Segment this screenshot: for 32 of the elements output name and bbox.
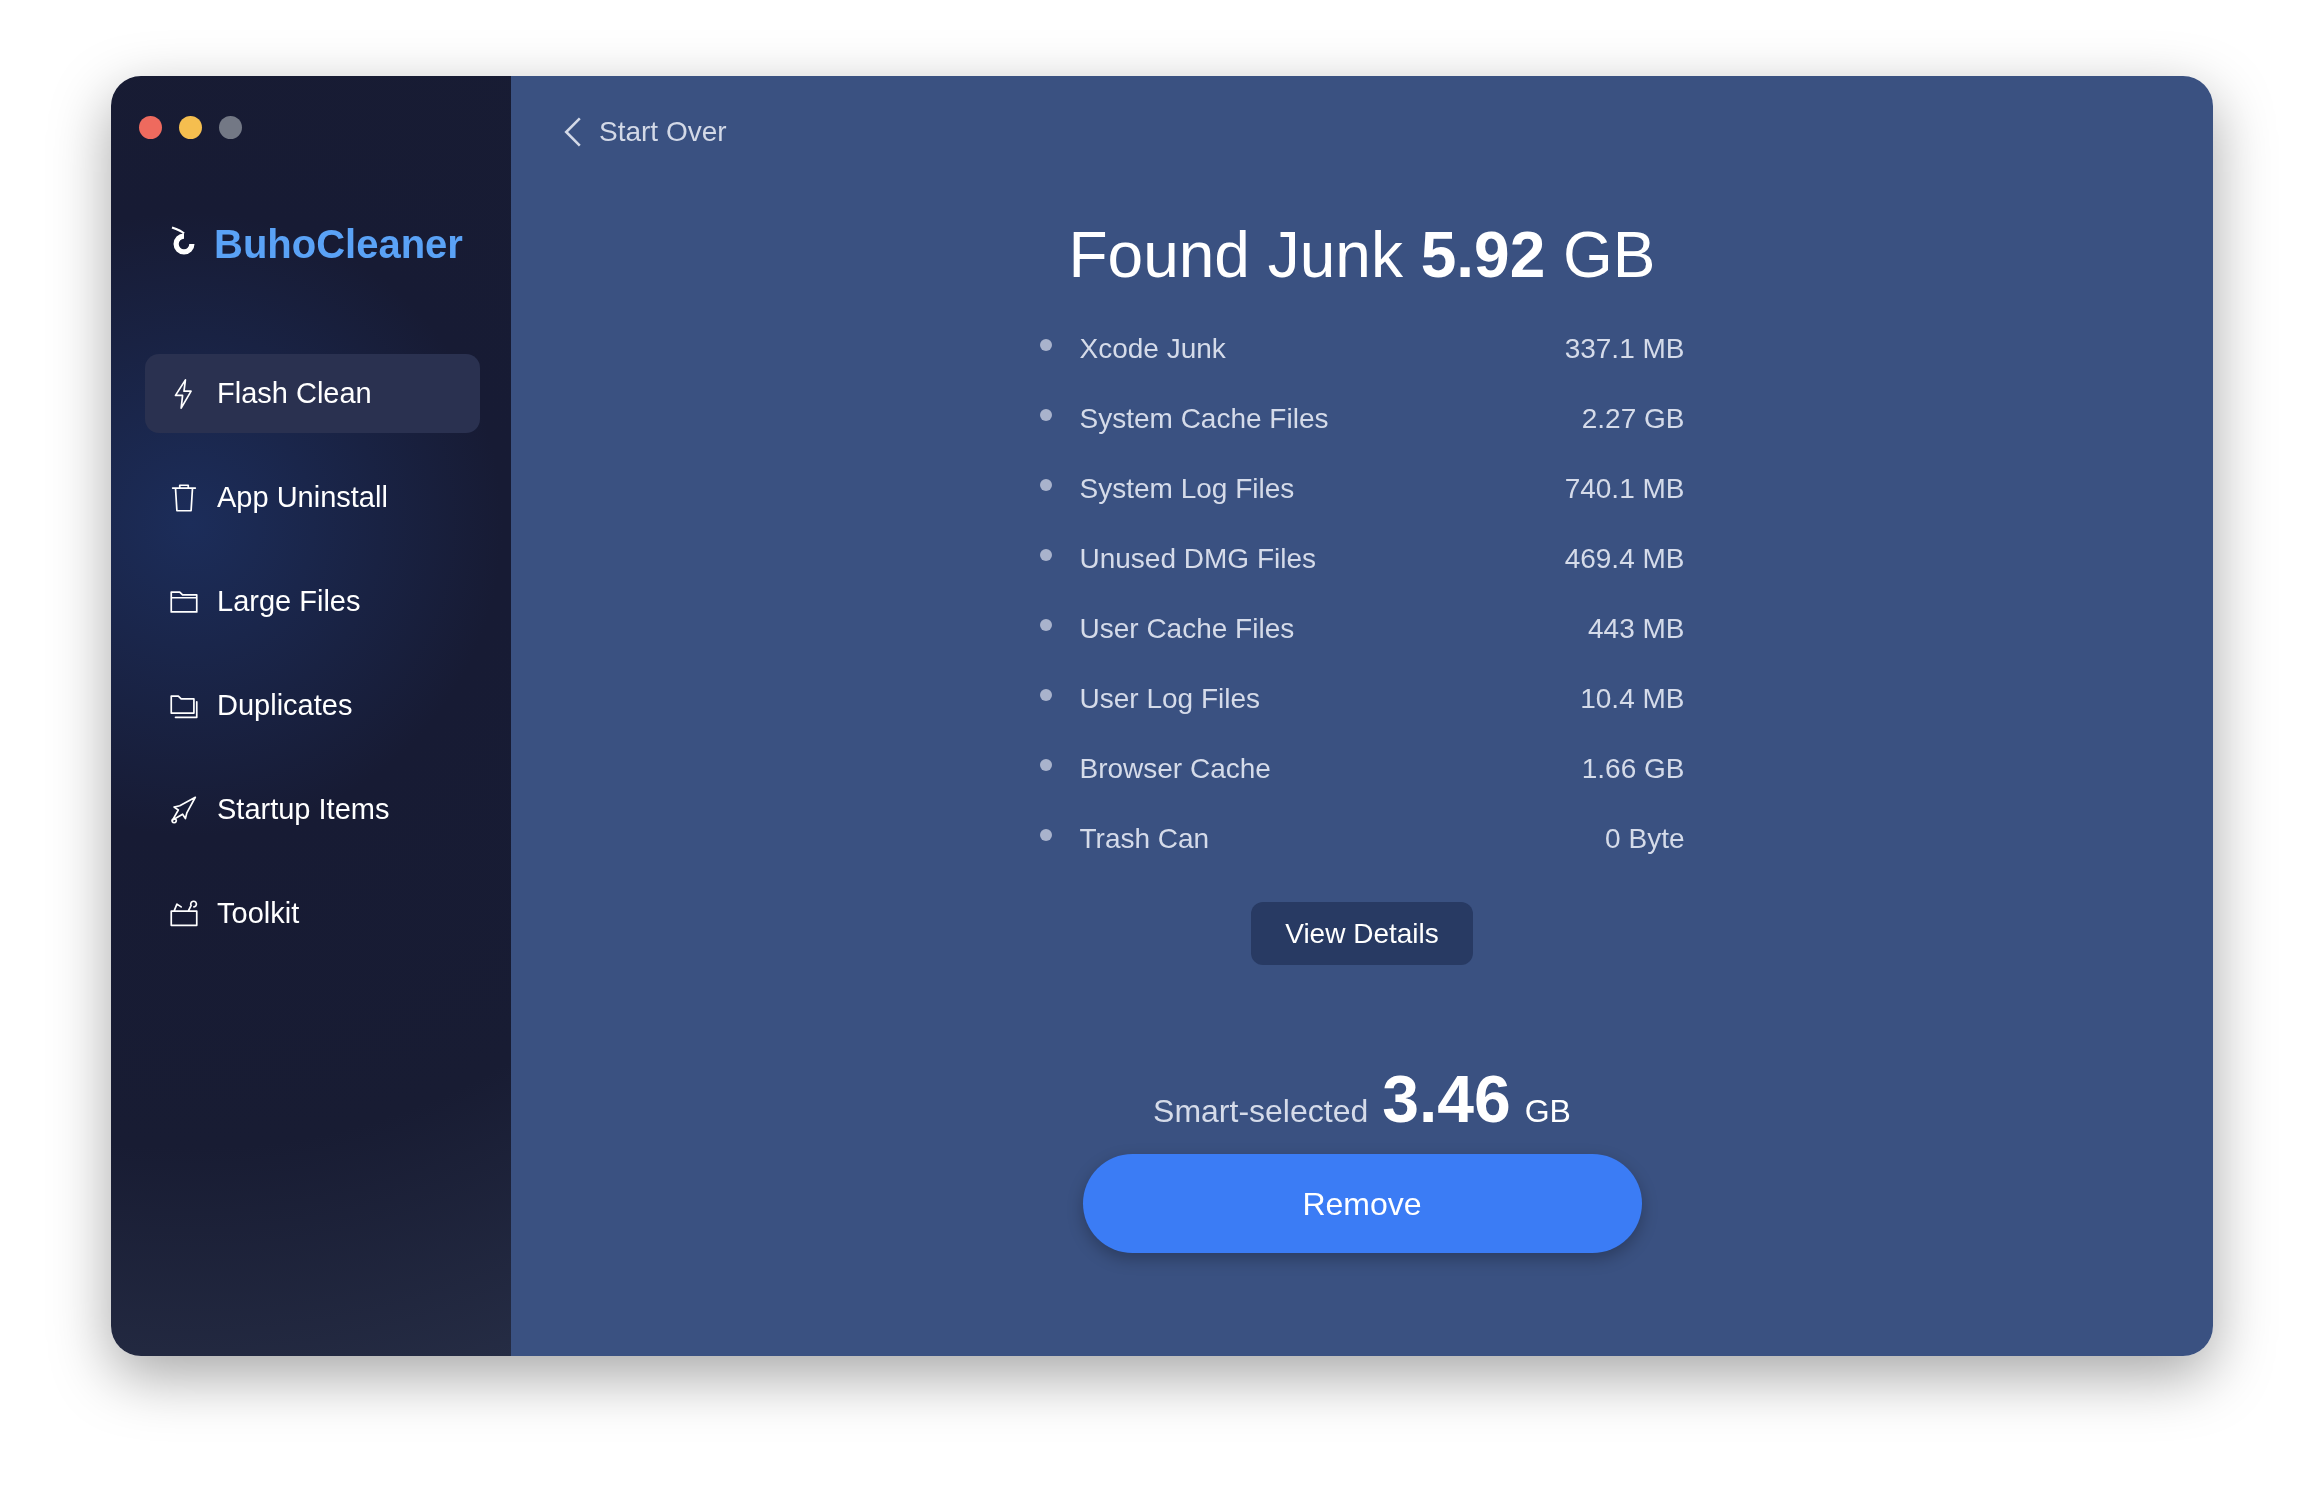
sidebar-item[interactable]: Large Files bbox=[145, 562, 480, 641]
junk-category: User Cache Files bbox=[1079, 612, 1295, 646]
junk-size: 10.4 MB bbox=[1580, 682, 1685, 716]
junk-size: 2.27 GB bbox=[1581, 402, 1685, 436]
sidebar-item[interactable]: App Uninstall bbox=[145, 458, 480, 537]
junk-size: 443 MB bbox=[1588, 612, 1685, 646]
back-button[interactable]: Start Over bbox=[561, 111, 727, 153]
junk-size: 469.4 MB bbox=[1564, 542, 1685, 576]
view-details-button[interactable]: View Details bbox=[1251, 902, 1473, 965]
sidebar-item[interactable]: Duplicates bbox=[145, 666, 480, 745]
sidebar-item[interactable]: Startup Items bbox=[145, 770, 480, 849]
junk-size: 0 Byte bbox=[1605, 822, 1685, 856]
app-logo-text: BuhoCleaner bbox=[214, 221, 463, 268]
sidebar-item[interactable]: Flash Clean bbox=[145, 354, 480, 433]
junk-size: 740.1 MB bbox=[1564, 472, 1685, 506]
junk-category: Unused DMG Files bbox=[1079, 542, 1316, 576]
found-junk-title: Found Junk 5.92 GB bbox=[1068, 218, 1656, 293]
smart-selected-size: 3.46 bbox=[1382, 1061, 1511, 1138]
junk-category: System Log Files bbox=[1079, 472, 1295, 506]
sidebar-item[interactable]: Toolkit bbox=[145, 874, 480, 953]
window-control[interactable] bbox=[139, 116, 162, 139]
window-control[interactable] bbox=[179, 116, 202, 139]
junk-category: User Log Files bbox=[1079, 682, 1260, 716]
remove-button[interactable]: Remove bbox=[1082, 1154, 1642, 1253]
smart-selected-label: Smart-selected bbox=[1153, 1092, 1369, 1131]
junk-category: Trash Can bbox=[1079, 822, 1210, 856]
junk-size: 337.1 MB bbox=[1564, 332, 1685, 366]
size-unit: GB bbox=[1524, 1092, 1571, 1131]
junk-category: Xcode Junk bbox=[1079, 332, 1226, 366]
junk-category: System Cache Files bbox=[1079, 402, 1329, 436]
junk-category: Browser Cache bbox=[1079, 752, 1271, 786]
junk-size: 1.66 GB bbox=[1581, 752, 1685, 786]
